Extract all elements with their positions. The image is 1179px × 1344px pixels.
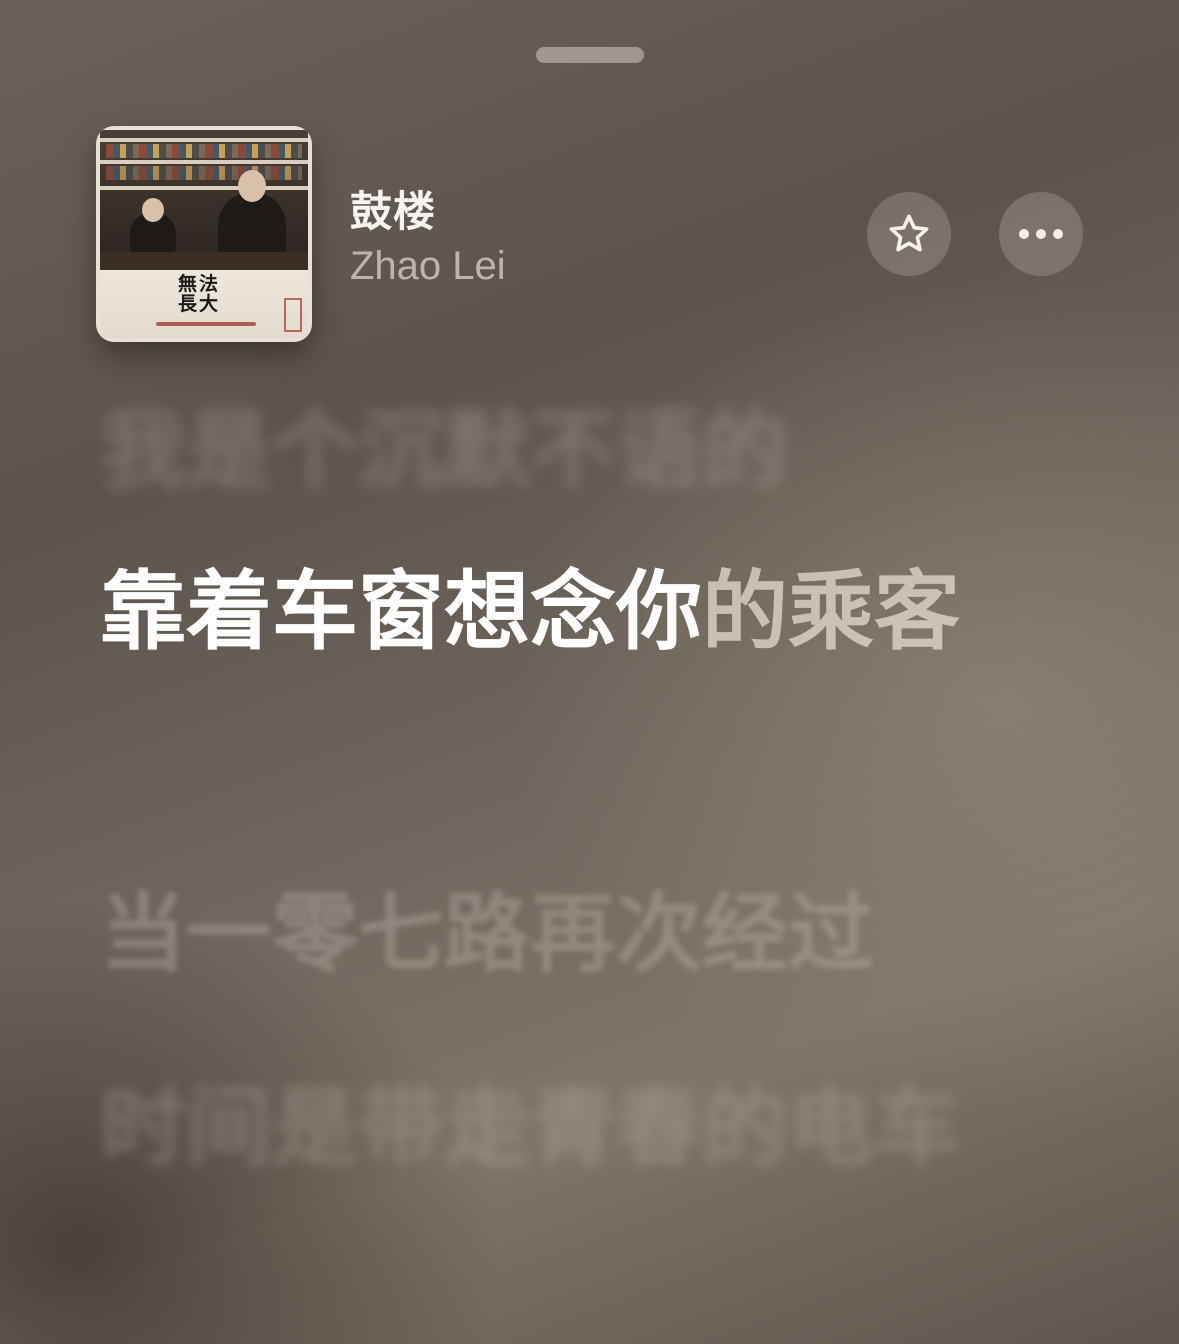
ellipsis-icon [1019,229,1063,239]
artwork-books [106,166,302,180]
artwork-shelf [100,160,308,164]
lyric-unsung-text: 的乘客 [702,562,960,662]
song-title[interactable]: 鼓楼 [350,178,436,239]
artwork-adult-face [238,170,266,202]
artist-name[interactable]: Zhao Lei [350,244,506,289]
artwork-table [100,252,308,270]
artwork-subtitle [156,322,256,326]
artwork-shelf [100,186,308,190]
artwork-child-face [142,198,164,222]
album-artwork[interactable]: 無法長大 [96,126,312,342]
now-playing-header: 無法長大 鼓楼 Zhao Lei [96,126,1096,342]
artwork-books [106,144,302,158]
lyric-line-next[interactable]: 当一零七路再次经过 [100,872,874,996]
more-options-button[interactable] [999,192,1083,276]
lyric-sung-text: 靠着车窗想念你 [100,562,702,662]
lyric-line-next[interactable]: 时间是带走青春的电车 [100,1066,1000,1190]
artwork-stamp [284,298,302,332]
favorite-button[interactable] [867,192,951,276]
artwork-title: 無法長大 [178,273,221,315]
lyric-line-current[interactable]: 靠着车窗想念你的乘客 [100,550,1060,674]
artwork-shelf [100,138,308,142]
artwork-photo [100,130,308,270]
lyric-line-previous[interactable]: 我是个沉默不语的 [100,380,788,505]
artwork-paper: 無法長大 [100,270,308,338]
sheet-grabber[interactable] [536,47,644,63]
star-icon [889,214,929,252]
